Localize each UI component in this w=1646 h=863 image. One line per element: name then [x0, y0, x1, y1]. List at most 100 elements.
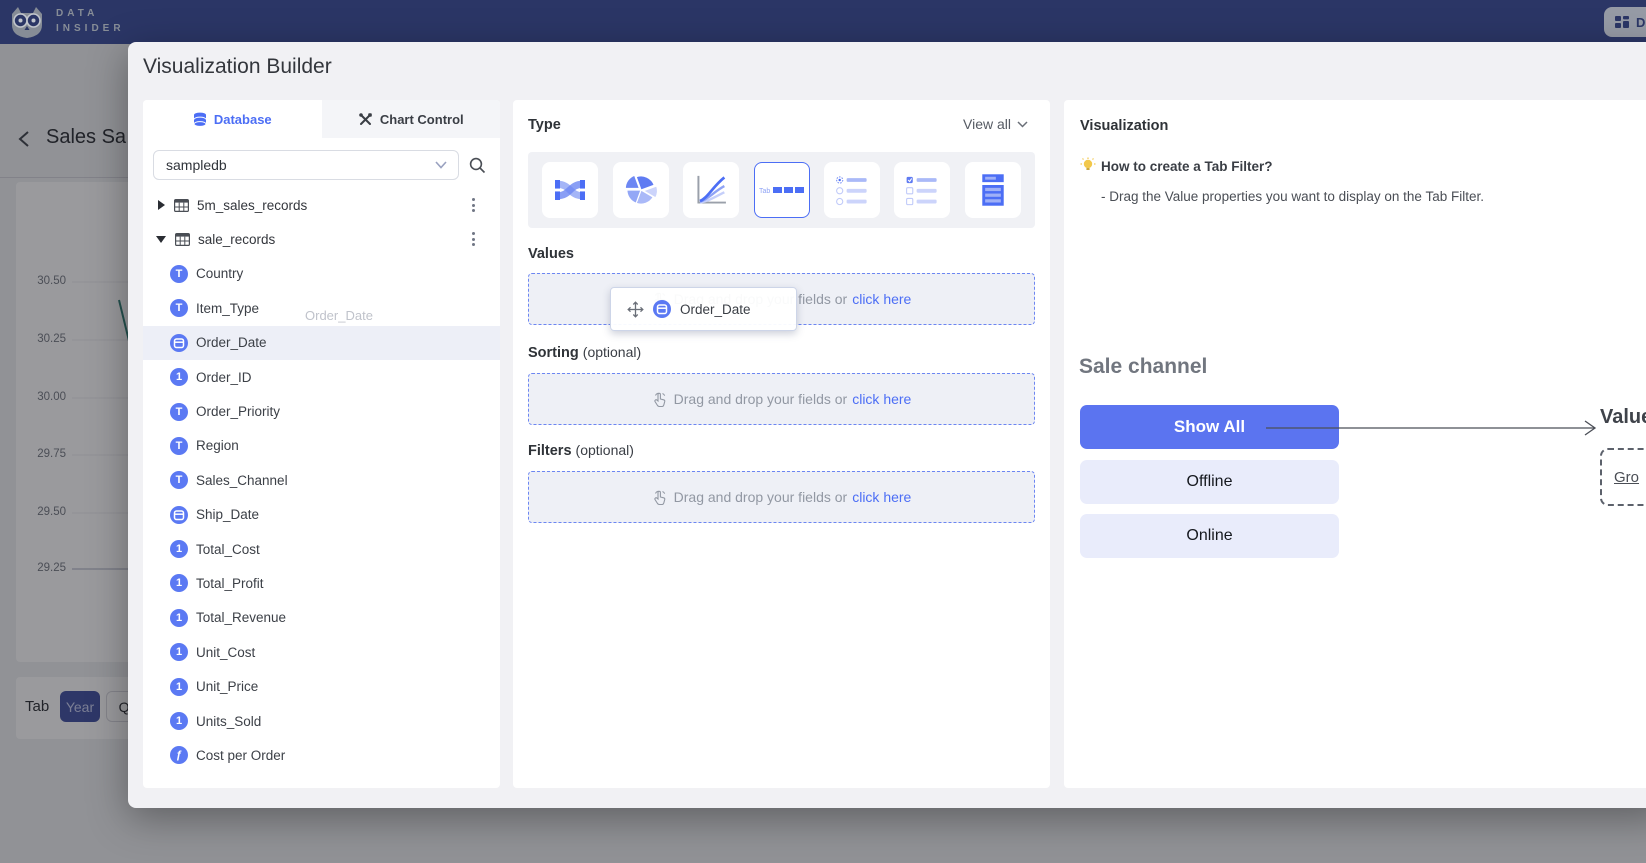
click-here-link[interactable]: click here [852, 291, 911, 307]
field-row[interactable]: T Region [143, 429, 500, 463]
database-select[interactable] [153, 150, 459, 180]
table-row-collapsed[interactable]: 5m_sales_records [143, 188, 500, 222]
svg-text:Tab: Tab [759, 188, 770, 195]
annotation-title: Value [1600, 406, 1646, 429]
dropdown-filter-icon [973, 168, 1013, 212]
number-field-icon: 1 [170, 540, 188, 558]
field-row[interactable]: T Sales_Channel [143, 463, 500, 497]
brand-line-2: INSIDER [56, 21, 125, 36]
annotation-link[interactable]: Gro [1614, 469, 1639, 486]
drag-source-ghost: Order_Date [305, 308, 373, 323]
chart-type-selector: Tab [528, 152, 1035, 228]
field-row[interactable]: 1 Total_Cost [143, 532, 500, 566]
field-label: Unit_Price [196, 679, 258, 694]
field-list: T Country T Item_Type Order_Date 1 Order… [143, 257, 500, 773]
field-label: Total_Profit [196, 576, 264, 591]
dropzone-hint: Drag and drop your fields or [674, 391, 848, 407]
annotation-dashed-box: Gro [1600, 448, 1646, 506]
tip-title: How to create a Tab Filter? [1101, 159, 1273, 174]
field-label: Order_ID [196, 370, 252, 385]
checkbox-list-icon [900, 170, 944, 210]
filters-dropzone[interactable]: Drag and drop your fields or click here [528, 471, 1035, 523]
type-option-checkbox-filter[interactable] [894, 162, 950, 218]
line-chart-icon [689, 168, 733, 212]
filters-section-label: Filters (optional) [528, 442, 634, 459]
view-all-label: View all [963, 116, 1011, 132]
tab-database-label: Database [214, 112, 272, 127]
drag-hand-icon [652, 490, 666, 505]
text-field-icon: T [170, 265, 188, 283]
field-row[interactable]: T Order_Priority [143, 394, 500, 428]
type-option-tab-filter[interactable]: Tab [754, 162, 810, 218]
table-row-expanded[interactable]: sale_records [143, 222, 500, 256]
brand-line-1: DATA [56, 6, 125, 21]
table-menu-icon[interactable] [466, 196, 480, 214]
visualization-builder-modal: Visualization Builder Database Chart [128, 42, 1646, 808]
field-row[interactable]: Ship_Date [143, 498, 500, 532]
field-label: Order_Priority [196, 404, 280, 419]
radio-list-icon [830, 170, 874, 210]
field-row[interactable]: 1 Unit_Cost [143, 635, 500, 669]
owl-logo-icon [9, 5, 45, 39]
field-row[interactable]: Order_Date [143, 326, 500, 360]
type-option-sankey-chart[interactable] [542, 162, 598, 218]
field-label: Total_Revenue [196, 610, 286, 625]
text-field-icon: T [170, 403, 188, 421]
table-icon [174, 199, 189, 212]
table-menu-icon[interactable] [466, 230, 480, 248]
text-field-icon: T [170, 299, 188, 317]
field-label: Country [196, 266, 243, 281]
modal-title: Visualization Builder [143, 55, 332, 79]
tab-chart-control-label: Chart Control [380, 112, 464, 127]
type-option-pie-chart[interactable] [613, 162, 669, 218]
brand-name: DATA INSIDER [56, 6, 125, 36]
text-field-icon: T [170, 471, 188, 489]
click-here-link[interactable]: click here [852, 391, 911, 407]
dragged-field-label: Order_Date [680, 302, 751, 317]
date-field-icon [653, 300, 671, 318]
field-row[interactable]: 1 Unit_Price [143, 669, 500, 703]
tip-body: - Drag the Value properties you want to … [1101, 189, 1484, 204]
number-field-icon: 1 [170, 609, 188, 627]
top-navbar: DATA INSIDER D [0, 0, 1646, 44]
number-field-icon: 1 [170, 574, 188, 592]
visualization-preview-panel: Visualization How to create a Tab Filter… [1064, 100, 1646, 788]
field-row[interactable]: 1 Total_Revenue [143, 601, 500, 635]
field-row[interactable]: 1 Total_Profit [143, 566, 500, 600]
move-icon [627, 301, 644, 318]
sorting-dropzone[interactable]: Drag and drop your fields or click here [528, 373, 1035, 425]
number-field-icon: 1 [170, 678, 188, 696]
type-option-radio-filter[interactable] [824, 162, 880, 218]
search-icon[interactable] [469, 157, 486, 174]
table-name: sale_records [198, 232, 275, 247]
sorting-section-label: Sorting (optional) [528, 344, 641, 361]
values-section-label: Values [528, 246, 574, 262]
dragged-field-chip[interactable]: Order_Date [610, 287, 797, 331]
type-option-line-chart[interactable] [683, 162, 739, 218]
tabfilter-button-online[interactable]: Online [1080, 514, 1339, 558]
click-here-link[interactable]: click here [852, 489, 911, 505]
field-row[interactable]: ƒ Cost per Order [143, 738, 500, 772]
tab-database[interactable]: Database [143, 100, 322, 138]
view-all-button[interactable]: View all [963, 116, 1028, 132]
dashboard-nav-button[interactable]: D [1604, 7, 1646, 37]
table-name: 5m_sales_records [197, 198, 307, 213]
type-option-dropdown-filter[interactable] [965, 162, 1021, 218]
sankey-chart-icon [548, 170, 592, 210]
dashboard-icon [1614, 14, 1630, 30]
field-label: Sales_Channel [196, 473, 288, 488]
lightbulb-icon [1080, 157, 1096, 174]
tab-filter-icon: Tab [758, 180, 806, 200]
expand-arrow-icon[interactable] [158, 200, 165, 210]
chart-config-panel: Type View all [513, 100, 1050, 788]
collapse-arrow-icon[interactable] [156, 236, 166, 243]
tab-chart-control[interactable]: Chart Control [322, 100, 501, 138]
field-row[interactable]: 1 Order_ID [143, 360, 500, 394]
chevron-down-icon[interactable] [435, 161, 447, 169]
tabfilter-button-offline[interactable]: Offline [1080, 460, 1339, 504]
annotation-arrow [1264, 418, 1604, 438]
field-row[interactable]: 1 Units_Sold [143, 704, 500, 738]
function-field-icon: ƒ [170, 746, 188, 764]
text-field-icon: T [170, 437, 188, 455]
field-row[interactable]: T Country [143, 257, 500, 291]
